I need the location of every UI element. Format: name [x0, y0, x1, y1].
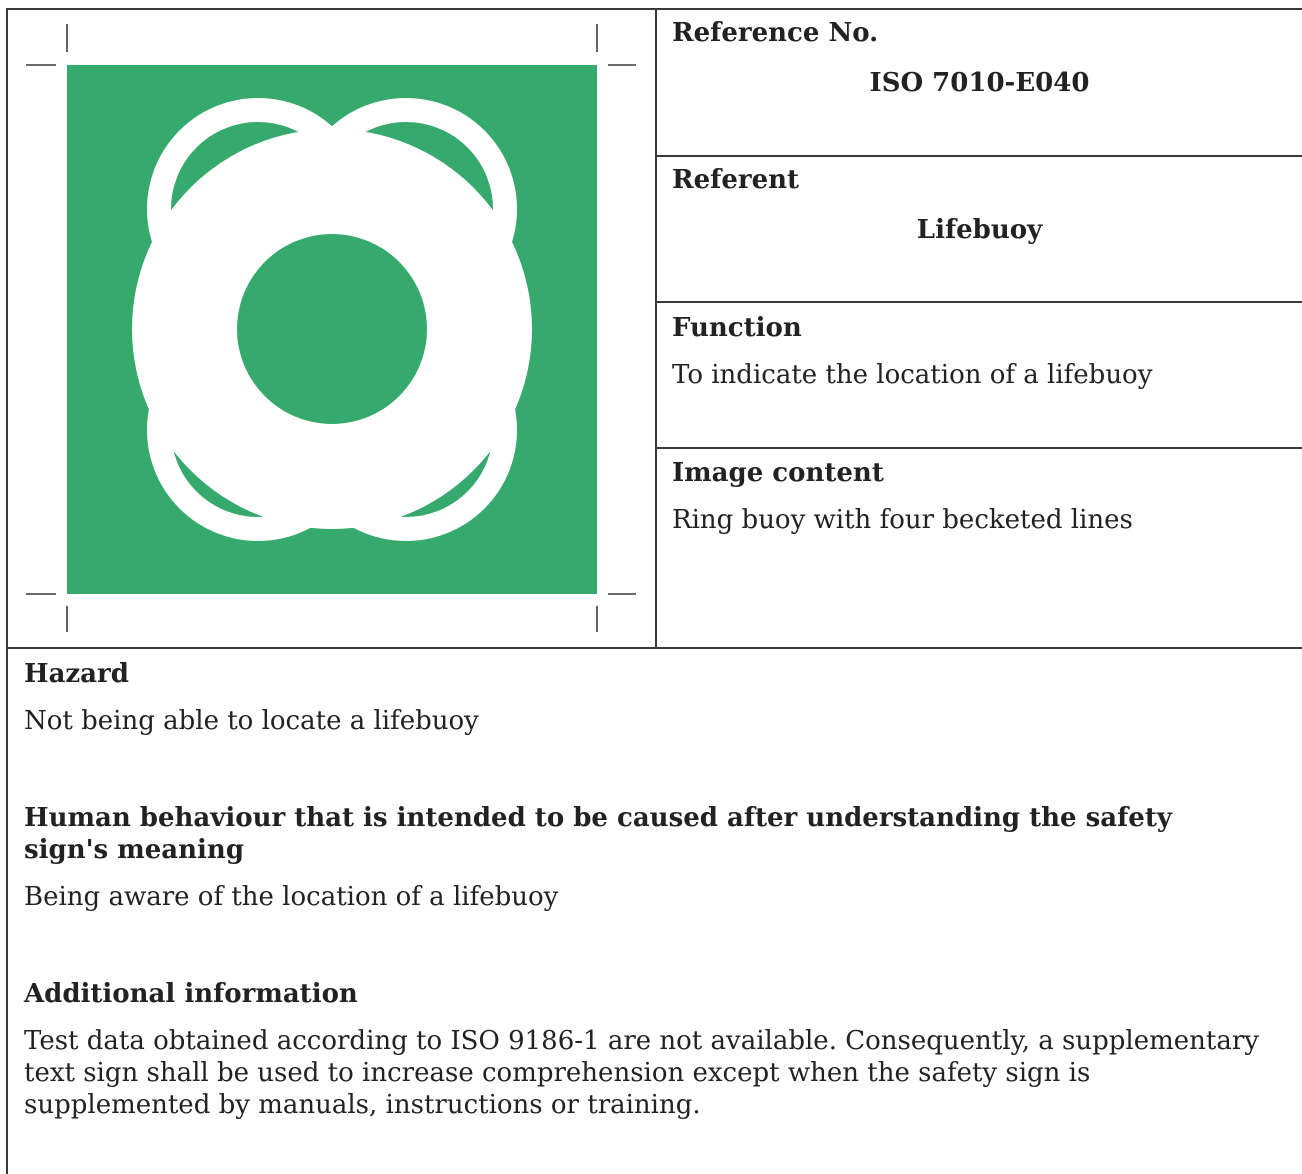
referent-label: Referent	[672, 165, 800, 195]
hazard-section: Hazard Not being able to locate a lifebu…	[24, 658, 1274, 737]
image-content-cell: Image content Ring buoy with four becket…	[672, 449, 1287, 647]
table-divider-vertical	[655, 8, 657, 649]
image-content-label: Image content	[672, 458, 884, 488]
reference-cell: Reference No. ISO 7010-E040	[672, 10, 1287, 155]
hazard-value: Not being able to locate a lifebuoy	[24, 706, 479, 736]
additional-label: Additional information	[24, 979, 358, 1009]
behaviour-label: Human behaviour that is intended to be c…	[24, 803, 1172, 865]
reference-label: Reference No.	[672, 18, 879, 48]
additional-section: Additional information Test data obtaine…	[24, 978, 1274, 1121]
function-value: To indicate the location of a lifebuoy	[672, 360, 1153, 390]
reference-value: ISO 7010-E040	[869, 68, 1090, 98]
image-content-value: Ring buoy with four becketed lines	[672, 505, 1133, 535]
referent-cell: Referent Lifebuoy	[672, 157, 1287, 301]
behaviour-section: Human behaviour that is intended to be c…	[24, 802, 1274, 913]
function-label: Function	[672, 313, 802, 343]
referent-value: Lifebuoy	[916, 215, 1043, 245]
lifebuoy-sign-graphic	[26, 24, 636, 632]
safety-sign-sheet: Reference No. ISO 7010-E040 Referent Lif…	[0, 0, 1302, 1174]
hazard-label: Hazard	[24, 659, 129, 689]
behaviour-value: Being aware of the location of a lifebuo…	[24, 882, 559, 912]
additional-value: Test data obtained according to ISO 9186…	[24, 1026, 1259, 1120]
function-cell: Function To indicate the location of a l…	[672, 303, 1287, 447]
safety-sign-panel	[8, 10, 655, 648]
